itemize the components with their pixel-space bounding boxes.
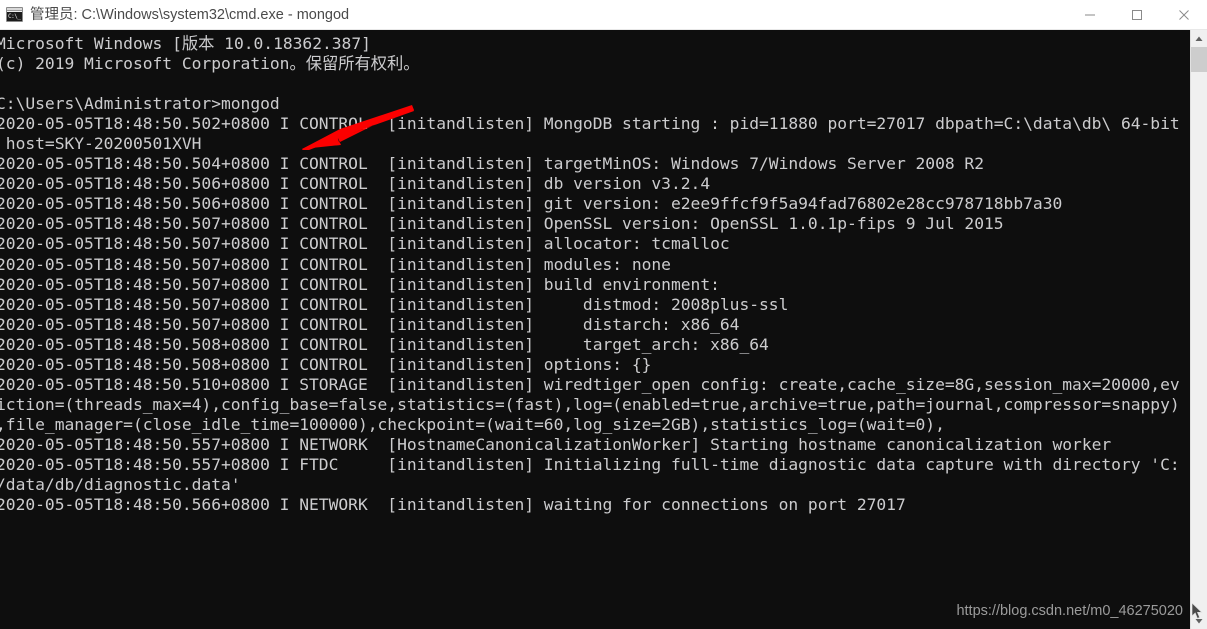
console-output-area[interactable]: Microsoft Windows [版本 10.0.18362.387] (c… <box>0 30 1190 629</box>
scroll-down-arrow-icon <box>1195 618 1203 623</box>
maximize-button[interactable] <box>1113 0 1160 30</box>
maximize-icon <box>1131 9 1142 20</box>
scroll-up-arrow-icon <box>1195 36 1203 41</box>
minimize-icon <box>1084 14 1095 15</box>
scroll-up-button[interactable] <box>1191 30 1207 47</box>
scroll-down-button[interactable] <box>1191 612 1207 629</box>
title-bar[interactable]: C:\_ 管理员: C:\Windows\system32\cmd.exe - … <box>0 0 1207 30</box>
vertical-scrollbar[interactable] <box>1190 30 1207 629</box>
cmd-console-icon: C:\_ <box>6 7 23 22</box>
minimize-button[interactable] <box>1066 0 1113 30</box>
icon-titlestrip <box>7 8 22 11</box>
cmd-console-window: C:\_ 管理员: C:\Windows\system32\cmd.exe - … <box>0 0 1207 629</box>
blog-watermark: https://blog.csdn.net/m0_46275020 <box>956 603 1183 619</box>
icon-prompt-glyph: C:\_ <box>7 12 22 21</box>
scrollbar-thumb[interactable] <box>1191 47 1207 72</box>
window-title: 管理员: C:\Windows\system32\cmd.exe - mongo… <box>30 6 350 23</box>
window-controls <box>1066 0 1207 30</box>
console-text: Microsoft Windows [版本 10.0.18362.387] (c… <box>0 34 1180 515</box>
close-icon <box>1178 9 1189 20</box>
close-button[interactable] <box>1160 0 1207 30</box>
